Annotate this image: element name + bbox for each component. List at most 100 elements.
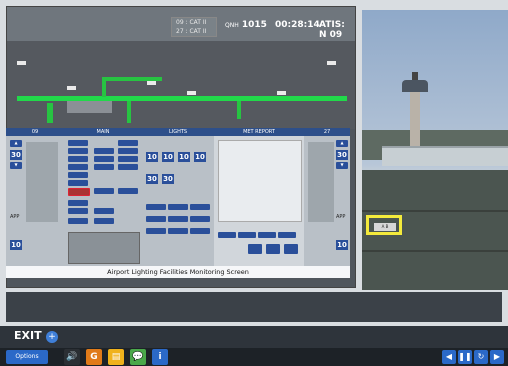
control-tower-top [412,72,418,80]
apron [67,101,112,113]
approach-lights-27 [308,142,334,222]
main-button[interactable] [94,156,114,162]
notes-icon[interactable]: ▤ [108,349,124,365]
main-panel: MAIN [64,128,143,266]
g-icon[interactable]: G [86,349,102,365]
light-value: 30 [162,174,174,184]
taxiway [47,103,53,123]
met-button[interactable] [266,244,280,254]
plus-circle-icon[interactable]: + [46,331,58,343]
info-strip [6,292,502,322]
map-label [147,81,156,85]
left-down-button[interactable]: ▼ [10,162,22,169]
cat-box: 09 : CAT II 27 : CAT II [171,17,217,37]
cat-line-27: 27 : CAT II [176,28,207,35]
exit-bar [0,326,508,348]
speaker-icon[interactable]: 🔊 [64,349,80,365]
main-button[interactable] [68,148,88,154]
runway-27-header: 27 [304,128,350,136]
info-icon[interactable]: i [152,349,168,365]
main-button[interactable] [94,164,114,170]
qnh-readout: QNH 1015 [225,20,267,30]
main-button[interactable] [118,140,138,146]
cat-line-09: 09 : CAT II [176,19,207,26]
main-button[interactable] [94,148,114,154]
left-up-button[interactable]: ▲ [10,140,22,147]
next-icon[interactable]: ▶ [490,350,504,364]
light-value: 30 [146,174,158,184]
left-app-label: APP [10,214,20,220]
exit-button[interactable]: EXIT [14,329,42,342]
taxiway [102,77,106,97]
met-report-panel: MET REPORT [214,128,305,266]
lights-button[interactable] [168,228,188,234]
met-button[interactable] [238,232,256,238]
met-button[interactable] [248,244,262,254]
light-value: 10 [194,152,206,162]
taxiway [127,101,131,123]
main-display-area [68,232,140,264]
control-tower-cab [402,80,428,92]
right-value-mid: 10 [336,240,348,250]
lights-header: LIGHTS [142,128,214,136]
lights-button[interactable] [168,204,188,210]
highlighted-sign[interactable]: A B [366,215,402,235]
map-label [187,91,196,95]
main-button[interactable] [68,156,88,162]
lights-button[interactable] [168,216,188,222]
met-button[interactable] [218,232,236,238]
control-tower [410,86,420,146]
apron-stripe [362,210,508,212]
atis-readout: ATIS: N 09 [319,20,345,40]
left-value-top: 30 [10,150,22,160]
main-button[interactable] [68,200,88,206]
runway-09-header: 09 [6,128,64,136]
taxiway [237,101,241,119]
main-button[interactable] [118,156,138,162]
right-value-top: 30 [336,150,348,160]
lights-button[interactable] [190,216,210,222]
replay-icon[interactable]: ↻ [474,350,488,364]
lights-button[interactable] [146,216,166,222]
main-button[interactable] [94,188,114,194]
airport-photo [362,10,508,290]
runway-09-panel: 09 30 10 ▲ ▼ APP [6,128,65,266]
main-button[interactable] [68,208,88,214]
map-label [277,91,286,95]
map-label [67,86,76,90]
met-button[interactable] [278,232,296,238]
clock-readout: 00:28:14 [275,20,320,30]
met-button[interactable] [258,232,276,238]
lights-button[interactable] [190,228,210,234]
lights-button[interactable] [190,204,210,210]
main-button[interactable] [94,208,114,214]
options-button[interactable]: Options [6,350,48,364]
main-button[interactable] [68,172,88,178]
chat-icon[interactable]: 💬 [130,349,146,365]
pause-icon[interactable]: ❚❚ [458,350,472,364]
left-value-mid: 10 [10,240,22,250]
prev-icon[interactable]: ◀ [442,350,456,364]
main-button-alert[interactable] [68,188,90,196]
approach-lights-09 [26,142,58,222]
main-button[interactable] [118,164,138,170]
main-button[interactable] [68,218,88,224]
right-app-label: APP [336,214,346,220]
lights-button[interactable] [146,204,166,210]
main-button[interactable] [68,140,88,146]
runway-27-panel: 27 30 10 ▲ ▼ APP [304,128,350,266]
right-down-button[interactable]: ▼ [336,162,348,169]
qnh-value: 1015 [241,20,267,30]
main-button[interactable] [68,180,88,186]
main-button[interactable] [94,218,114,224]
qnh-label: QNH [225,22,239,29]
lights-button[interactable] [146,228,166,234]
airfield-map [7,41,355,129]
main-button[interactable] [68,164,88,170]
main-button[interactable] [118,148,138,154]
met-report-text-area [218,140,302,222]
main-button[interactable] [118,188,138,194]
met-button[interactable] [284,244,298,254]
highlighted-sign-label: A B [374,223,396,231]
right-up-button[interactable]: ▲ [336,140,348,147]
